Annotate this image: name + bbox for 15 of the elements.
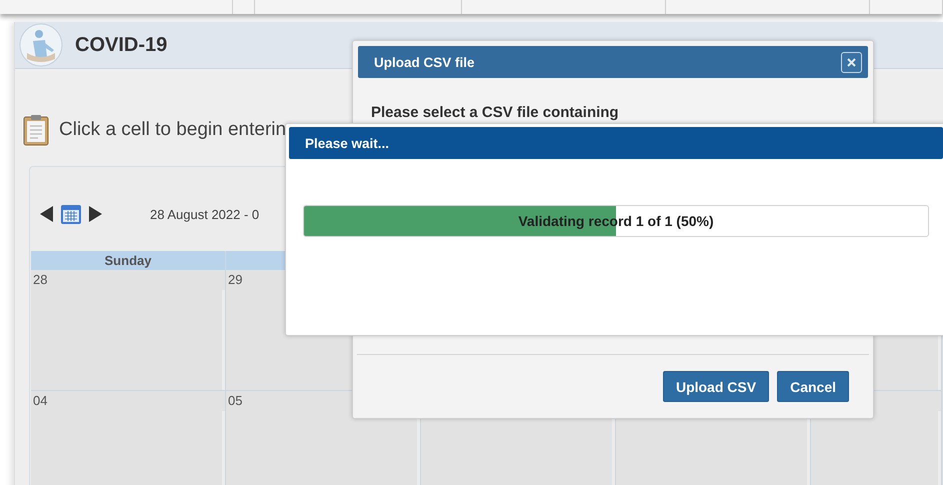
app-title: COVID-19 <box>75 34 168 57</box>
upload-button[interactable]: Upload CSV <box>662 371 770 402</box>
instruction-text: Click a cell to begin enterin <box>59 118 286 141</box>
dialog-title: Please wait... <box>305 136 390 150</box>
dialog-message: Please select a CSV file containing <box>371 104 620 121</box>
date-range: 28 August 2022 - 0 <box>150 206 260 222</box>
next-button[interactable] <box>88 206 102 222</box>
calendar-button[interactable] <box>60 203 82 225</box>
day-header: Sunday <box>31 251 226 270</box>
previous-button[interactable] <box>40 206 54 222</box>
clipboard-icon <box>23 114 49 146</box>
dialog-title: Upload CSV file <box>374 54 475 70</box>
close-button[interactable] <box>841 52 862 72</box>
close-icon <box>847 58 856 66</box>
cancel-button[interactable]: Cancel <box>777 371 849 402</box>
